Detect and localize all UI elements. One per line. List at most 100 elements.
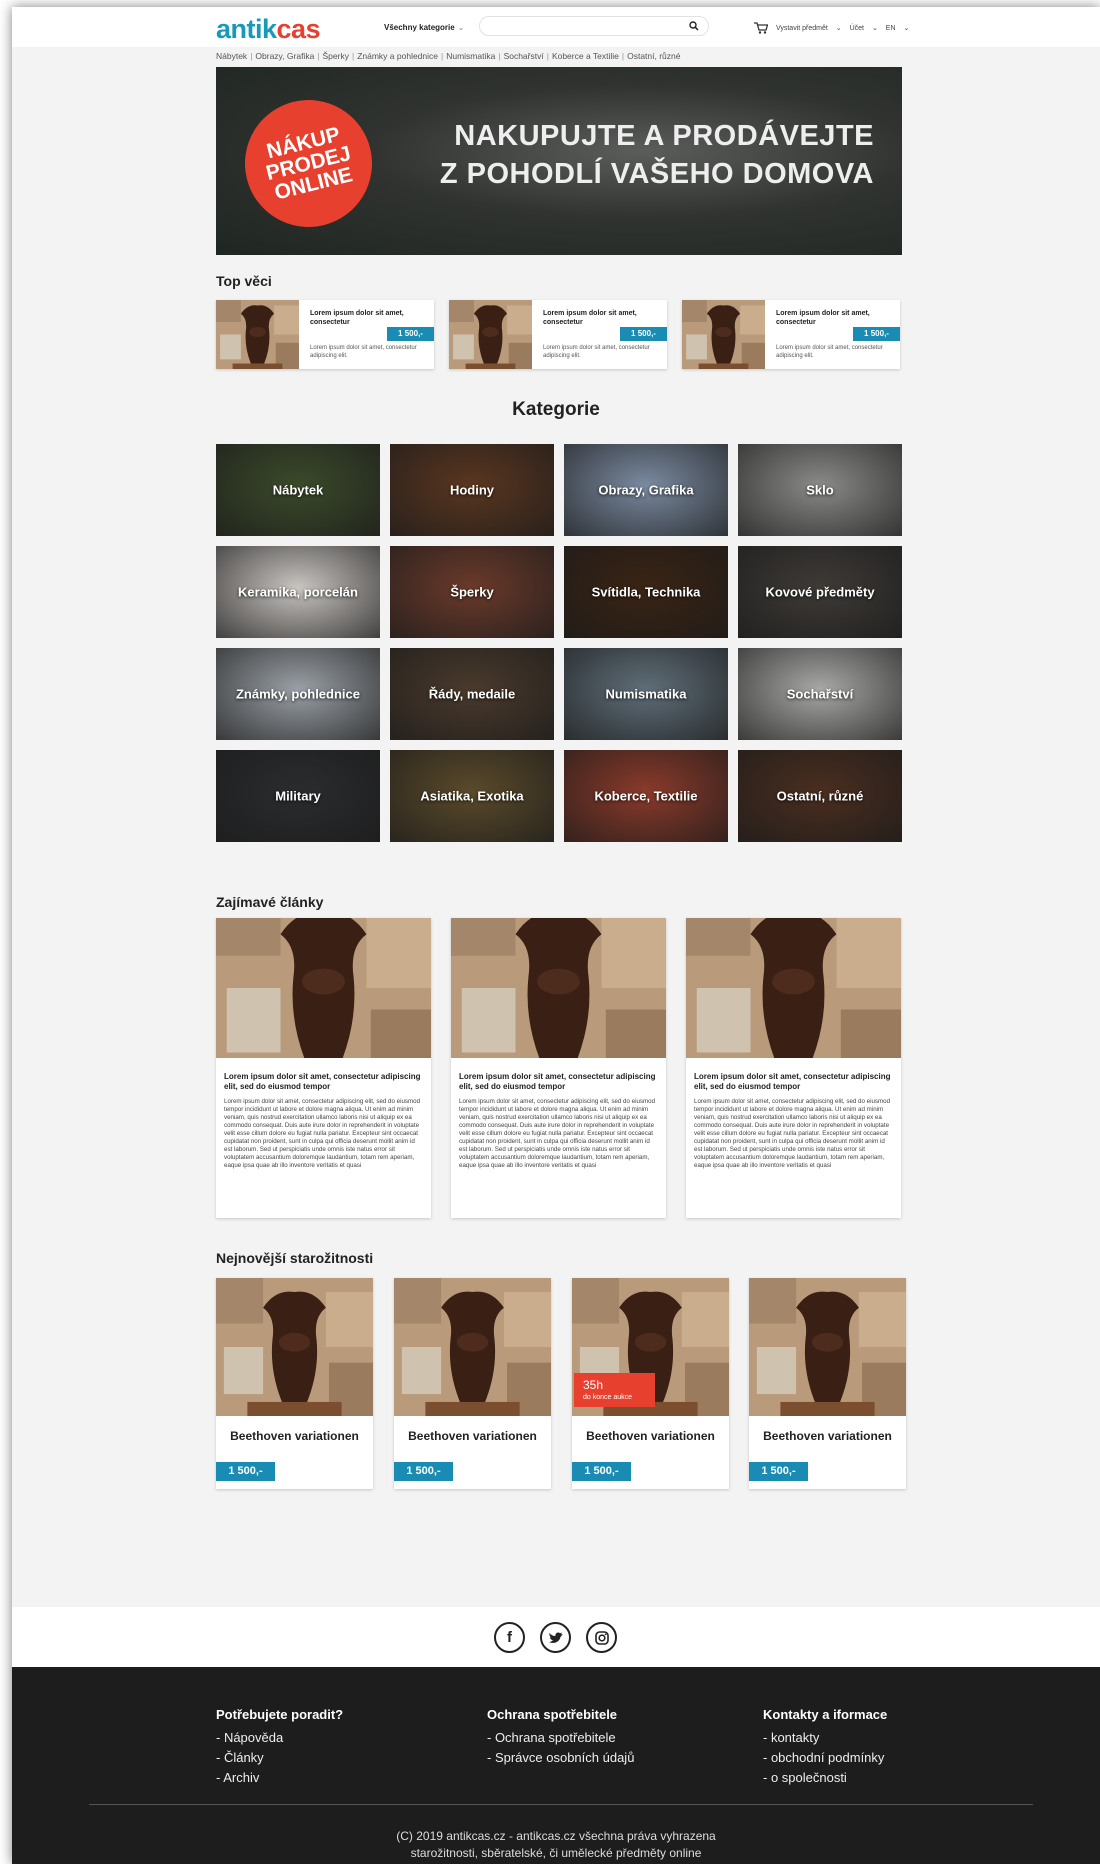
article-title: Lorem ipsum dolor sit amet, consectetur … bbox=[459, 1072, 656, 1091]
category-tile[interactable]: Hodiny bbox=[390, 444, 554, 536]
hero-title: NAKUPUJTE A PRODÁVEJTE Z POHODLÍ VAŠEHO D… bbox=[440, 117, 874, 193]
footer-link-spolecnost[interactable]: - o společnosti bbox=[763, 1768, 887, 1788]
category-tile-label: Svítidla, Technika bbox=[591, 584, 701, 600]
sell-item-link[interactable]: Vystavit předmět bbox=[776, 25, 828, 32]
product-card[interactable]: Beethoven variationen 1 500,- bbox=[216, 1278, 373, 1489]
category-tile-label: Kovové předměty bbox=[765, 584, 875, 600]
footer-link-archiv[interactable]: - Archiv bbox=[216, 1768, 343, 1788]
article-card[interactable]: Lorem ipsum dolor sit amet, consectetur … bbox=[451, 918, 666, 1218]
category-tile[interactable]: Řády, medaile bbox=[390, 648, 554, 740]
nav-separator: | bbox=[621, 51, 625, 61]
nav-separator: | bbox=[351, 51, 355, 61]
footer-heading: Potřebujete poradit? bbox=[216, 1707, 344, 1722]
article-card[interactable]: Lorem ipsum dolor sit amet, consectetur … bbox=[216, 918, 431, 1218]
nav-link-numismatika[interactable]: Numismatika bbox=[446, 51, 495, 61]
instagram-icon[interactable] bbox=[586, 1622, 617, 1653]
product-image bbox=[216, 1278, 373, 1416]
category-dropdown[interactable]: Všechny kategorie ⌄ bbox=[384, 23, 464, 32]
top-item-title: Lorem ipsum dolor sit amet, consectetur bbox=[543, 310, 637, 326]
category-tile[interactable]: Kovové předměty bbox=[738, 546, 902, 638]
product-name: Beethoven variationen bbox=[230, 1429, 359, 1443]
category-tile-label: Sochařství bbox=[786, 686, 854, 702]
category-tile[interactable]: Nábytek bbox=[216, 444, 380, 536]
category-tile[interactable]: Numismatika bbox=[564, 648, 728, 740]
product-name: Beethoven variationen bbox=[408, 1429, 537, 1443]
article-excerpt: Lorem ipsum dolor sit amet, consectetur … bbox=[459, 1098, 656, 1169]
article-excerpt: Lorem ipsum dolor sit amet, consectetur … bbox=[224, 1098, 421, 1169]
footer-column-help: Potřebujete poradit? - Nápověda - Články… bbox=[216, 1707, 343, 1788]
category-tile[interactable]: Keramika, porcelán bbox=[216, 546, 380, 638]
article-image bbox=[686, 918, 901, 1058]
price-badge: 1 500,- bbox=[387, 327, 434, 341]
nav-link-obrazy[interactable]: Obrazy, Grafika bbox=[255, 51, 314, 61]
category-tile-label: Ostatní, různé bbox=[776, 788, 864, 804]
footer-link-podminky[interactable]: - obchodní podmínky bbox=[763, 1748, 887, 1768]
chevron-down-icon: ⌄ bbox=[835, 24, 842, 32]
social-bar: f bbox=[12, 1607, 1100, 1667]
product-photo bbox=[216, 300, 299, 369]
nav-link-nabytek[interactable]: Nábytek bbox=[216, 51, 247, 61]
top-item-card[interactable]: Lorem ipsum dolor sit amet, consectetur 1… bbox=[682, 300, 900, 369]
category-tile-label: Military bbox=[275, 788, 321, 804]
footer-heading: Kontakty a iformace bbox=[763, 1707, 888, 1722]
nav-link-socharstvi[interactable]: Sochařství bbox=[504, 51, 544, 61]
language-switch[interactable]: EN bbox=[886, 25, 896, 32]
facebook-icon[interactable]: f bbox=[494, 1622, 525, 1653]
camera-icon bbox=[594, 1630, 609, 1645]
page-frame: antikcas Všechny kategorie ⌄ Vystavit pře… bbox=[12, 7, 1100, 1864]
price-badge: 1 500,- bbox=[749, 1462, 808, 1481]
facebook-glyph: f bbox=[507, 1629, 512, 1646]
twitter-icon[interactable] bbox=[540, 1622, 571, 1653]
hero-banner[interactable]: NÁKUP PRODEJ ONLINE NAKUPUJTE A PRODÁVEJTE… bbox=[216, 67, 902, 255]
search-icon[interactable] bbox=[689, 21, 699, 31]
top-item-description: Lorem ipsum dolor sit amet, consectetur … bbox=[310, 345, 417, 359]
nav-separator: | bbox=[546, 51, 549, 61]
hero-title-line: Z POHODLÍ VAŠEHO DOMOVA bbox=[439, 158, 874, 190]
category-tile[interactable]: Military bbox=[216, 750, 380, 842]
category-tile-label: Šperky bbox=[450, 584, 494, 600]
nav-link-ostatni[interactable]: Ostatní, různé bbox=[627, 51, 680, 61]
nav-link-sperky[interactable]: Šperky bbox=[323, 51, 349, 61]
price-badge: 1 500,- bbox=[572, 1462, 631, 1481]
category-tile[interactable]: Šperky bbox=[390, 546, 554, 638]
footer-link-spravce[interactable]: - Správce osobních údajů bbox=[487, 1748, 634, 1768]
chevron-down-icon: ⌄ bbox=[871, 24, 878, 32]
product-card[interactable]: Beethoven variationen 1 500,- bbox=[749, 1278, 906, 1489]
footer-link-napoveda[interactable]: - Nápověda bbox=[216, 1728, 343, 1748]
logo-text-antik: antik bbox=[216, 14, 277, 44]
category-tile[interactable]: Koberce, Textilie bbox=[564, 750, 728, 842]
top-item-image bbox=[682, 300, 765, 369]
footer-link-ochrana[interactable]: - Ochrana spotřebitele bbox=[487, 1728, 634, 1748]
category-tile-label: Koberce, Textilie bbox=[594, 788, 698, 804]
nav-link-znamky[interactable]: Známky a pohlednice bbox=[357, 51, 438, 61]
account-link[interactable]: Účet bbox=[850, 25, 864, 32]
copyright-line: (C) 2019 antikcas.cz - antikcas.cz všech… bbox=[396, 1829, 716, 1843]
category-tile[interactable]: Sklo bbox=[738, 444, 902, 536]
footer-link-kontakty[interactable]: - kontakty bbox=[763, 1728, 887, 1748]
product-photo bbox=[686, 918, 901, 1058]
article-title: Lorem ipsum dolor sit amet, consectetur … bbox=[224, 1072, 421, 1091]
article-card[interactable]: Lorem ipsum dolor sit amet, consectetur … bbox=[686, 918, 901, 1218]
nav-separator: | bbox=[317, 51, 320, 61]
top-item-card[interactable]: Lorem ipsum dolor sit amet, consectetur 1… bbox=[449, 300, 667, 369]
search-input[interactable] bbox=[490, 18, 680, 37]
category-tile[interactable]: Obrazy, Grafika bbox=[564, 444, 728, 536]
category-tile[interactable]: Ostatní, různé bbox=[738, 750, 902, 842]
hero-badge: NÁKUP PRODEJ ONLINE bbox=[231, 86, 386, 241]
footer-link-clanky[interactable]: - Články bbox=[216, 1748, 343, 1768]
category-tile[interactable]: Sochařství bbox=[738, 648, 902, 740]
category-tile[interactable]: Známky, pohlednice bbox=[216, 648, 380, 740]
product-card[interactable]: Beethoven variationen 1 500,- bbox=[394, 1278, 551, 1489]
footer-column-contacts: Kontakty a iformace - kontakty - obchodn… bbox=[763, 1707, 887, 1788]
product-photo bbox=[216, 918, 431, 1058]
category-tile[interactable]: Asiatika, Exotika bbox=[390, 750, 554, 842]
category-tile[interactable]: Svítidla, Technika bbox=[564, 546, 728, 638]
nav-link-koberce[interactable]: Koberce a Textilie bbox=[552, 51, 619, 61]
nav-separator: | bbox=[250, 51, 253, 61]
product-card[interactable]: 35h do konce aukce Beethoven variationen 1 … bbox=[572, 1278, 729, 1489]
cart-icon[interactable] bbox=[754, 22, 768, 34]
newest-title: Nejnovější starožitnosti bbox=[216, 1250, 374, 1266]
price-badge: 1 500,- bbox=[620, 327, 667, 341]
top-item-card[interactable]: Lorem ipsum dolor sit amet, consectetur 1… bbox=[216, 300, 434, 369]
site-logo[interactable]: antikcas bbox=[216, 14, 321, 45]
